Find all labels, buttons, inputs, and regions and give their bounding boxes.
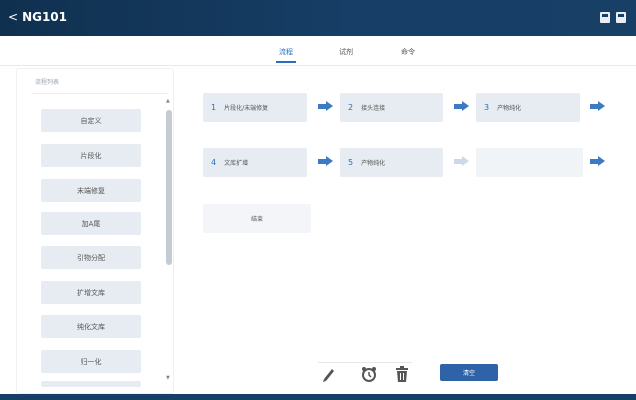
arrow-right-icon <box>318 156 334 166</box>
step-label: 文库扩增 <box>224 160 249 167</box>
back-button[interactable]: < NG101 <box>8 10 67 24</box>
arrow-right-icon <box>590 101 606 111</box>
tab-flow[interactable]: 流程 <box>276 47 296 63</box>
step-number: 5 <box>348 158 354 167</box>
tab-reagent[interactable]: 试剂 <box>336 47 356 57</box>
step-label: 片段化/末端修复 <box>224 105 269 112</box>
sidebar-item-a-tailing[interactable]: 加A尾 <box>41 212 141 235</box>
arrow-right-icon <box>590 156 606 166</box>
sidebar-item-amplify[interactable]: 扩增文库 <box>41 281 141 304</box>
step-label: 产物纯化 <box>497 105 522 112</box>
arrow-right-icon <box>454 101 470 111</box>
sidebar-item-custom[interactable]: 自定义 <box>41 109 141 132</box>
save-all-icon[interactable] <box>616 12 626 23</box>
step-empty-slot[interactable] <box>476 148 583 177</box>
sidebar-item-normalize[interactable]: 归一化 <box>41 350 141 373</box>
step-5[interactable]: 5 产物纯化 <box>340 148 443 177</box>
sidebar-item-fragmentation[interactable]: 片段化 <box>41 144 141 167</box>
tab-bar: 流程 试剂 命令 <box>0 36 636 66</box>
step-4[interactable]: 4 文库扩增 <box>203 148 307 177</box>
divider <box>31 93 169 94</box>
step-1[interactable]: 1 片段化/末端修复 <box>203 93 307 122</box>
scroll-down-icon[interactable]: ▼ <box>166 375 170 381</box>
step-number: 3 <box>484 103 490 112</box>
tab-command[interactable]: 命令 <box>398 47 418 57</box>
step-label: 产物纯化 <box>361 160 386 167</box>
sidebar-scrollbar[interactable] <box>166 110 172 265</box>
sidebar-item-primer[interactable]: 引物分配 <box>41 246 141 269</box>
step-3[interactable]: 3 产物纯化 <box>476 93 580 122</box>
scroll-up-icon[interactable]: ▲ <box>166 98 170 104</box>
sidebar: 流程列表 自定义 片段化 末端修复 加A尾 引物分配 扩增文库 纯化文库 归一化 <box>16 68 174 394</box>
step-2[interactable]: 2 接头连接 <box>340 93 443 122</box>
header-icons <box>600 12 626 23</box>
clear-button[interactable]: 清空 <box>440 364 498 381</box>
save-icon[interactable] <box>600 12 610 23</box>
window-title: NG101 <box>22 10 68 24</box>
trash-icon[interactable] <box>393 365 411 383</box>
sidebar-item-purify[interactable]: 纯化文库 <box>41 315 141 338</box>
step-number: 1 <box>211 103 217 112</box>
step-label: 接头连接 <box>361 105 386 112</box>
divider <box>318 362 412 363</box>
bottom-bar <box>0 394 636 400</box>
alarm-clock-icon[interactable] <box>360 365 378 383</box>
arrow-right-icon <box>454 156 470 166</box>
step-number: 2 <box>348 103 354 112</box>
arrow-right-icon <box>318 101 334 111</box>
title-bar: < NG101 <box>0 0 636 36</box>
sidebar-item-end-repair[interactable]: 末端修复 <box>41 179 141 202</box>
pen-icon[interactable] <box>320 365 338 383</box>
end-node[interactable]: 结束 <box>203 204 311 233</box>
sidebar-item-partial[interactable] <box>41 381 141 387</box>
step-number: 4 <box>211 158 217 167</box>
chevron-left-icon: < <box>8 10 19 24</box>
sidebar-title: 流程列表 <box>35 79 60 86</box>
